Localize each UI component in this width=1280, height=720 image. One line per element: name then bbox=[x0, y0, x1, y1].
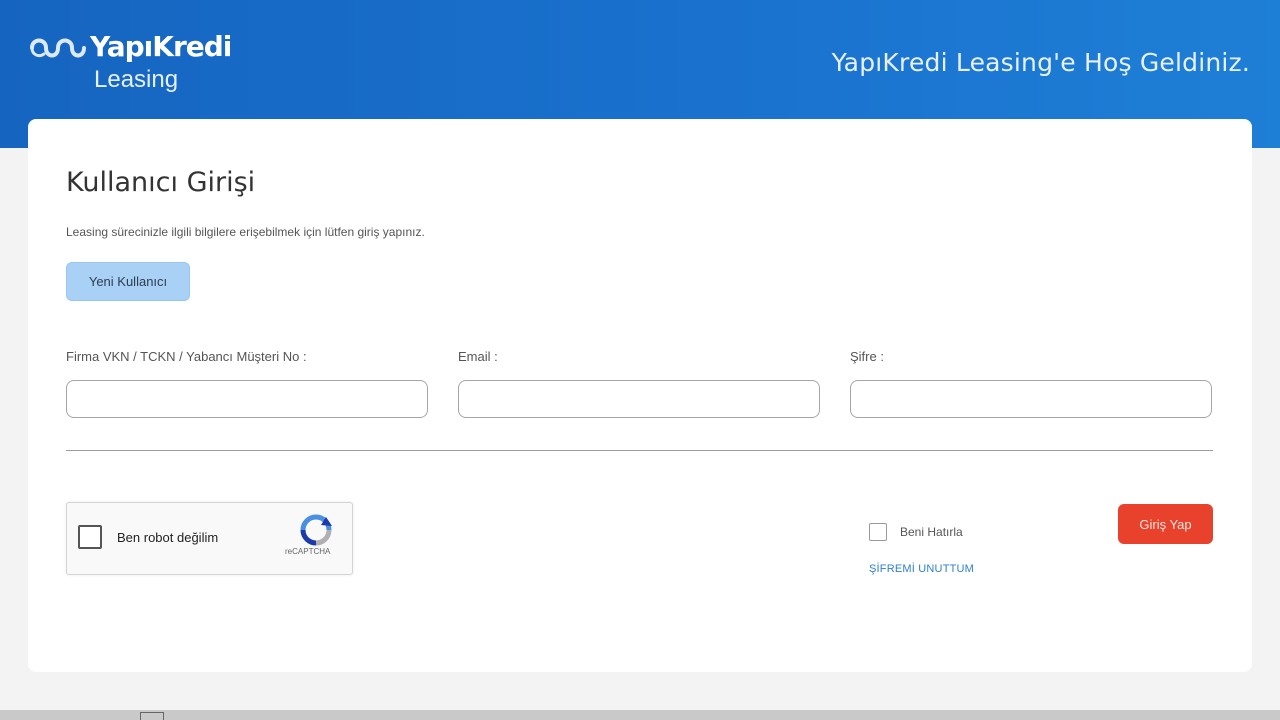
login-instructions: Leasing sürecinizle ilgili bilgilere eri… bbox=[66, 225, 425, 239]
login-button[interactable]: Giriş Yap bbox=[1118, 504, 1213, 544]
logo-brand-text: YapıKredi bbox=[90, 30, 232, 63]
tax-id-label: Firma VKN / TCKN / Yabancı Müşteri No : bbox=[66, 349, 307, 364]
page-title: Kullanıcı Girişi bbox=[66, 167, 256, 198]
recaptcha-brand: reCAPTCHA bbox=[285, 547, 331, 556]
recaptcha-checkbox[interactable] bbox=[78, 525, 102, 549]
window-icon bbox=[140, 712, 164, 720]
recaptcha-label: Ben robot değilim bbox=[117, 530, 219, 545]
remember-me-checkbox[interactable] bbox=[869, 523, 887, 541]
divider bbox=[66, 450, 1213, 451]
logo-sub-text: Leasing bbox=[94, 66, 179, 93]
email-input[interactable] bbox=[458, 380, 820, 418]
bottom-bar bbox=[0, 710, 1280, 720]
login-card: Kullanıcı Girişi Leasing sürecinizle ilg… bbox=[28, 119, 1252, 672]
password-label: Şifre : bbox=[850, 349, 884, 364]
tax-id-input[interactable] bbox=[66, 380, 428, 418]
recaptcha-icon bbox=[300, 514, 332, 546]
recaptcha-widget: Ben robot değilim reCAPTCHA bbox=[66, 502, 353, 575]
welcome-message: YapıKredi Leasing'e Hoş Geldiniz. bbox=[831, 48, 1250, 77]
email-label: Email : bbox=[458, 349, 498, 364]
new-user-button[interactable]: Yeni Kullanıcı bbox=[66, 262, 190, 301]
password-input[interactable] bbox=[850, 380, 1212, 418]
forgot-password-link[interactable]: ŞİFREMİ UNUTTUM bbox=[869, 563, 974, 575]
yapikredi-logo[interactable]: YapıKredi Leasing bbox=[28, 30, 232, 100]
yapikredi-logo-icon bbox=[30, 38, 86, 58]
remember-me-label: Beni Hatırla bbox=[900, 525, 963, 539]
